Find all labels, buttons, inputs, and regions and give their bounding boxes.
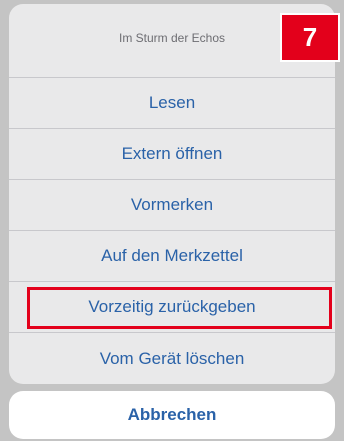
cancel-button[interactable]: Abbrechen [9,391,335,439]
step-number-badge: 7 [280,13,340,62]
reserve-button[interactable]: Vormerken [9,180,335,231]
add-to-watchlist-button[interactable]: Auf den Merkzettel [9,231,335,282]
highlight-frame [27,287,332,329]
delete-from-device-button[interactable]: Vom Gerät löschen [9,333,335,384]
read-button[interactable]: Lesen [9,78,335,129]
open-external-button[interactable]: Extern öffnen [9,129,335,180]
